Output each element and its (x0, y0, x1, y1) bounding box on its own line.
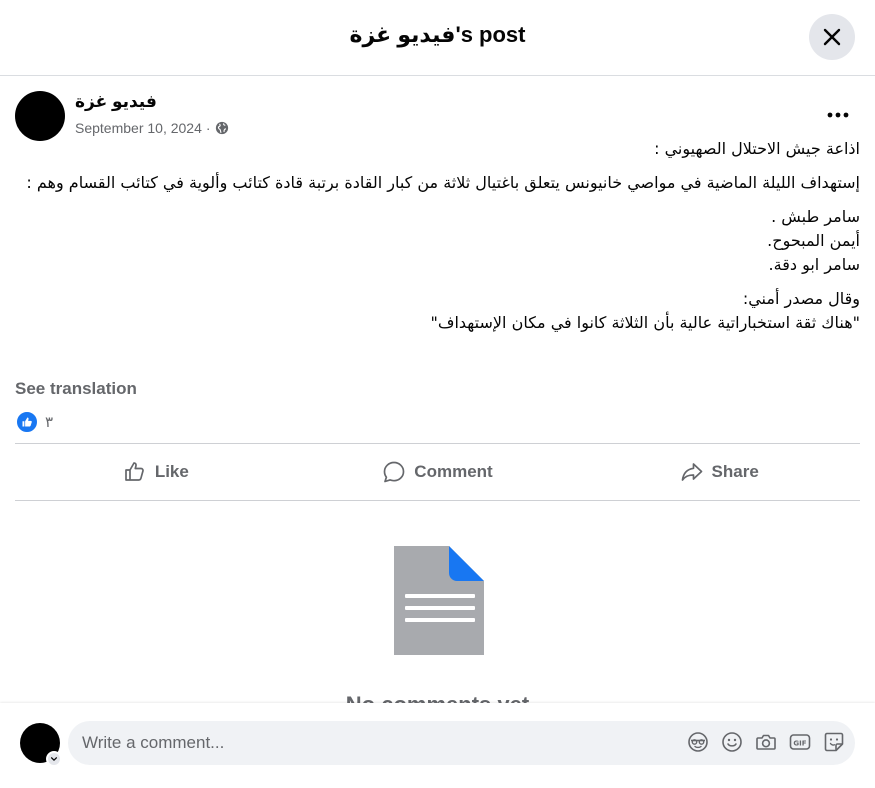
avatar-sticker-button[interactable] (687, 731, 709, 753)
post-dialog: فيديو غزة's post فيديو غزة September 10,… (0, 0, 875, 788)
see-translation-link[interactable]: See translation (15, 379, 137, 399)
author-name[interactable]: فيديو غزة (75, 92, 157, 112)
like-button[interactable]: Like (15, 444, 297, 500)
avatar-sticker-icon (688, 732, 708, 752)
camera-icon (756, 734, 776, 750)
more-horizontal-icon (827, 112, 849, 118)
like-icon (124, 462, 144, 481)
document-icon (394, 546, 484, 655)
dialog-header: فيديو غزة's post (0, 0, 875, 76)
post-meta: September 10, 2024 · (75, 120, 229, 136)
sticker-button[interactable] (823, 731, 845, 753)
emoji-button[interactable] (721, 731, 743, 753)
post-paragraph: إستهداف الليلة الماضية في مواصي خانيونس … (15, 171, 860, 195)
chevron-down-icon (50, 757, 58, 761)
post-line: إستهداف الليلة الماضية في مواصي خانيونس … (26, 173, 860, 192)
post-paragraph: وقال مصدر أمني: "هناك ثقة استخباراتية عا… (15, 287, 860, 335)
share-icon (681, 463, 702, 481)
gif-button[interactable]: GIF (789, 731, 811, 753)
post-body: اذاعة جيش الاحتلال الصهيوني : إستهداف ال… (15, 137, 860, 345)
comment-label: Comment (414, 462, 493, 481)
comment-tools: GIF (687, 731, 845, 753)
reaction-summary[interactable]: ٣ (15, 410, 53, 434)
post-scroll-area[interactable]: فيديو غزة September 10, 2024 · اذاعة جيش… (0, 77, 875, 703)
like-reaction-icon (15, 410, 39, 434)
no-comments-text: No comments yet (0, 692, 875, 703)
profile-switcher-button[interactable] (46, 751, 62, 767)
post-line: "هناك ثقة استخباراتية عالية بأن الثلاثة … (430, 313, 860, 332)
post-actions-bar: Like Comment Share (15, 443, 860, 501)
more-options-button[interactable] (820, 103, 856, 127)
share-label: Share (711, 462, 759, 481)
svg-text:GIF: GIF (793, 739, 806, 747)
sticker-icon (824, 732, 844, 752)
post-date[interactable]: September 10, 2024 (75, 120, 202, 136)
author-avatar[interactable] (15, 91, 65, 141)
emoji-icon (722, 732, 742, 752)
post-paragraph: اذاعة جيش الاحتلال الصهيوني : (15, 137, 860, 161)
globe-icon (215, 121, 228, 135)
post-line: اذاعة جيش الاحتلال الصهيوني : (654, 139, 860, 158)
meta-separator: · (205, 120, 211, 136)
post-line: وقال مصدر أمني: (742, 289, 860, 308)
dialog-title: فيديو غزة's post (349, 22, 526, 47)
comment-button[interactable]: Comment (297, 444, 579, 500)
reaction-count: ٣ (45, 413, 54, 431)
post-paragraph: سامر طبش . أيمن المبحوح. سامر ابو دقة. (15, 205, 860, 277)
comment-icon (383, 461, 405, 483)
camera-button[interactable] (755, 731, 777, 753)
post-line: أيمن المبحوح. (767, 231, 860, 250)
comment-box: GIF (68, 721, 855, 765)
close-icon (823, 28, 841, 46)
share-button[interactable]: Share (578, 444, 860, 500)
like-label: Like (154, 462, 189, 481)
close-button[interactable] (809, 14, 855, 60)
post-line: سامر طبش . (771, 207, 860, 226)
post-line: سامر ابو دقة. (768, 255, 860, 274)
comment-composer: GIF (0, 703, 875, 788)
comment-input[interactable] (82, 721, 582, 765)
gif-icon: GIF (789, 734, 811, 750)
